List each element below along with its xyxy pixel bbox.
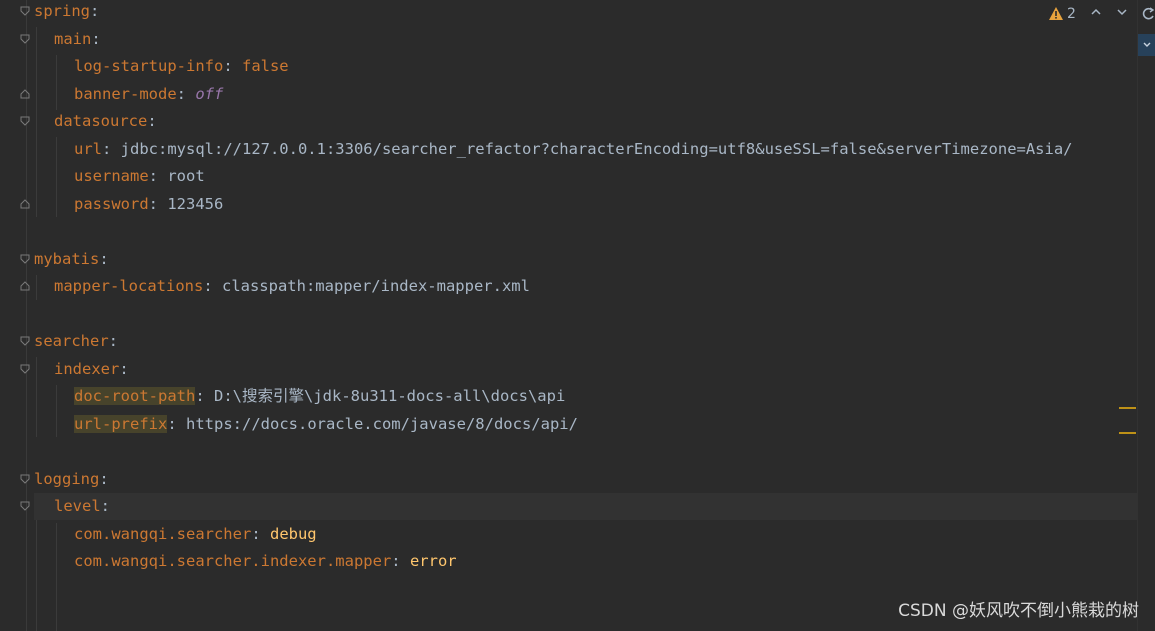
warning-stripe-marker[interactable] (1119, 407, 1136, 409)
chevron-down-icon (1143, 42, 1150, 47)
warning-icon[interactable] (1048, 6, 1064, 22)
vertical-scrollbar[interactable] (1137, 0, 1155, 631)
warning-stripe-marker[interactable] (1119, 432, 1136, 434)
code-line[interactable]: logging: (34, 466, 1137, 493)
code-line[interactable]: indexer: (34, 356, 1137, 383)
yaml-key: datasource (54, 112, 148, 130)
yaml-value: jdbc:mysql://127.0.0.1:3306/searcher_ref… (120, 140, 1073, 158)
yaml-key: com.wangqi.searcher (74, 525, 252, 543)
yaml-key: main (54, 30, 92, 48)
yaml-key: level (54, 497, 101, 515)
yaml-key: username (74, 167, 149, 185)
code-line-current[interactable]: level: (34, 493, 1137, 520)
fold-open-icon[interactable] (20, 254, 30, 264)
yaml-value: https://docs.oracle.com/javase/8/docs/ap… (186, 415, 578, 433)
code-line[interactable]: mybatis: (34, 246, 1137, 273)
code-line[interactable]: mapper-locations: classpath:mapper/index… (34, 273, 1137, 300)
fold-close-icon[interactable] (20, 199, 30, 209)
yaml-value: classpath:mapper/index-mapper.xml (221, 277, 530, 295)
inspection-widget[interactable]: 2 (1048, 4, 1128, 24)
code-line[interactable]: spring: (34, 0, 1137, 25)
yaml-value: error (409, 552, 457, 570)
code-line[interactable]: url: jdbc:mysql://127.0.0.1:3306/searche… (34, 136, 1137, 163)
watermark: CSDN @妖风吹不倒小熊栽的树 (898, 601, 1139, 621)
code-line[interactable]: log-startup-info: false (34, 53, 1137, 80)
yaml-key: com.wangqi.searcher.indexer.mapper (74, 552, 392, 570)
yaml-key: doc-root-path (74, 387, 196, 405)
refresh-icon[interactable] (1142, 6, 1155, 22)
fold-open-icon[interactable] (20, 34, 30, 44)
fold-open-icon[interactable] (20, 364, 30, 374)
yaml-value: 123456 (167, 195, 224, 213)
yaml-key: searcher (34, 332, 109, 350)
yaml-key: password (74, 195, 149, 213)
yaml-value: D:\搜索引擎\jdk-8u311-docs-all\docs\api (214, 387, 566, 405)
fold-close-icon[interactable] (20, 89, 30, 99)
code-line[interactable]: username: root (34, 163, 1137, 190)
code-line[interactable]: com.wangqi.searcher.indexer.mapper: erro… (34, 548, 1137, 575)
yaml-key: spring (34, 2, 90, 20)
code-line[interactable]: main: (34, 26, 1137, 53)
yaml-key: url-prefix (74, 415, 168, 433)
yaml-key: indexer (54, 360, 120, 378)
fold-close-icon[interactable] (20, 281, 30, 291)
yaml-key: mybatis (34, 250, 100, 268)
fold-open-icon[interactable] (20, 474, 30, 484)
yaml-key: log-startup-info (74, 57, 224, 75)
code-line[interactable]: password: 123456 (34, 191, 1137, 218)
code-editor[interactable]: spring: main: log-startup-info: false ba… (34, 0, 1137, 631)
code-line[interactable]: url-prefix: https://docs.oracle.com/java… (34, 411, 1137, 438)
yaml-value: off (195, 85, 224, 103)
expand-button[interactable] (1138, 34, 1155, 56)
warning-count: 2 (1067, 6, 1076, 22)
code-line[interactable]: com.wangqi.searcher: debug (34, 521, 1137, 548)
code-line[interactable]: banner-mode: off (34, 81, 1137, 108)
yaml-key: logging (34, 470, 100, 488)
fold-open-icon[interactable] (20, 501, 30, 511)
fold-open-icon[interactable] (20, 6, 30, 16)
code-line[interactable]: searcher: (34, 328, 1137, 355)
yaml-key: banner-mode (74, 85, 177, 103)
yaml-value: root (167, 167, 205, 185)
yaml-key: url (74, 140, 102, 158)
chevron-up-icon[interactable] (1090, 6, 1102, 22)
code-line[interactable]: datasource: (34, 108, 1137, 135)
fold-open-icon[interactable] (20, 116, 30, 126)
code-line[interactable]: doc-root-path: D:\搜索引擎\jdk-8u311-docs-al… (34, 383, 1137, 410)
yaml-key: mapper-locations (54, 277, 204, 295)
yaml-value: false (241, 57, 289, 75)
fold-open-icon[interactable] (20, 336, 30, 346)
yaml-value: debug (269, 525, 317, 543)
chevron-down-icon[interactable] (1116, 6, 1128, 22)
